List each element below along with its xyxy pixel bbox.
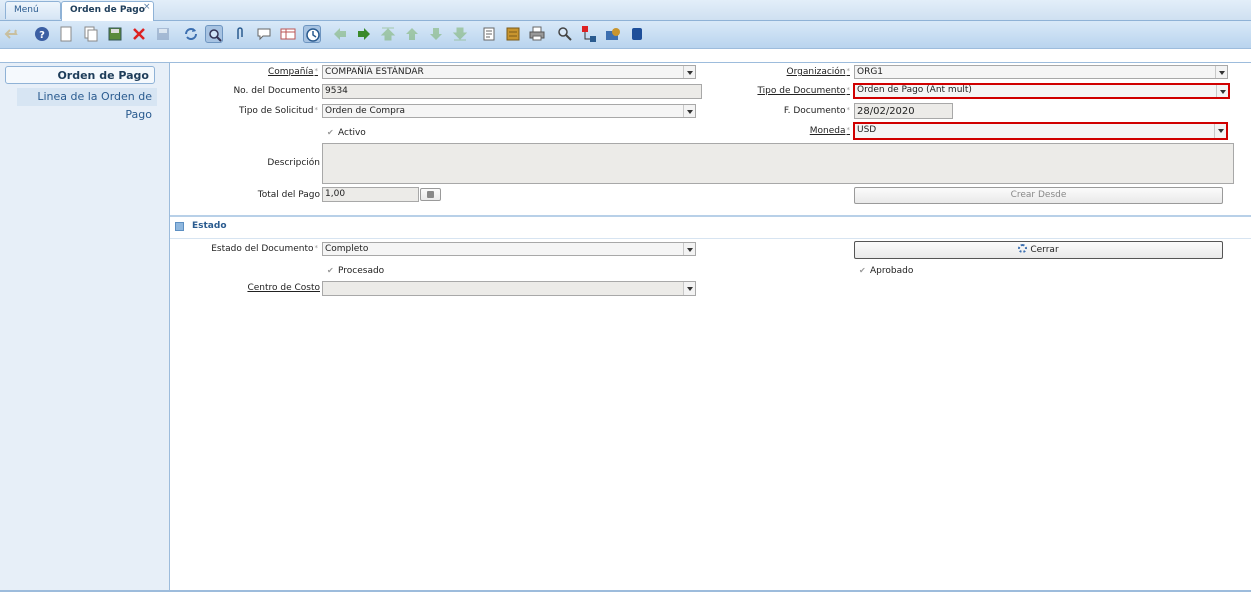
svg-text:?: ? [39,30,45,41]
divider [0,62,1251,63]
next-icon[interactable] [355,25,373,43]
left-tab-panel: Orden de Pago Linea de la Orden de Pago [0,63,170,590]
last-icon[interactable] [451,25,469,43]
total-pago-label: Total del Pago [257,190,320,200]
descripcion-label: Descripción [267,158,320,168]
workflow-icon[interactable] [580,25,598,43]
product-info-icon[interactable] [604,25,622,43]
tab-bar [0,0,1251,21]
chat-icon[interactable] [255,25,273,43]
centro-costo-label: Centro de Costo [247,283,320,293]
tab-orden-de-pago[interactable]: Orden de Pago [61,1,154,21]
organizacion-field[interactable]: ORG1 [854,65,1228,79]
undo-icon[interactable] [4,25,22,43]
up-icon[interactable] [403,25,421,43]
first-icon[interactable] [379,25,397,43]
f-documento-label: F. Documento* [783,106,850,116]
aprobado-check-icon: ✔ [859,266,866,275]
descripcion-textarea[interactable] [322,143,1234,184]
no-documento-label: No. del Documento [233,86,320,96]
save-icon[interactable] [154,25,172,43]
activo-checkbox[interactable]: ✔ Activo [327,128,366,138]
grid-toggle-icon[interactable] [279,25,297,43]
procesado-check-icon: ✔ [327,266,334,275]
exit-icon[interactable] [628,25,646,43]
aprobado-checkbox[interactable]: ✔ Aprobado [859,266,913,276]
compania-field[interactable]: COMPAÑÍA ESTÁNDAR [322,65,696,79]
help-icon[interactable]: ? [33,25,51,43]
organizacion-label: Organización* [786,67,850,77]
tipo-documento-field[interactable]: Orden de Pago (Ant mult) [853,83,1230,99]
estado-documento-field[interactable]: Completo [322,242,696,256]
tab-menu[interactable]: Menú (1) [5,1,61,32]
cerrar-button[interactable]: Cerrar [854,241,1223,259]
estado-section-title[interactable]: Estado [192,221,227,231]
report-icon[interactable] [480,25,498,43]
tipo-documento-dropdown-icon[interactable] [1216,85,1228,97]
activo-check-icon: ✔ [327,128,334,137]
centro-costo-field[interactable] [322,281,696,296]
calculator-button[interactable] [420,188,441,201]
delete-icon[interactable] [130,25,148,43]
crear-desde-button[interactable]: Crear Desde [854,187,1223,204]
left-tab-orden-de-pago[interactable]: Orden de Pago [5,66,155,84]
tipo-documento-label: Tipo de Documento* [757,86,850,96]
tipo-solicitud-dropdown-icon[interactable] [683,105,695,117]
previous-icon[interactable] [331,25,349,43]
gear-icon [1018,244,1028,253]
centro-costo-dropdown-icon[interactable] [683,282,695,295]
new-icon[interactable] [57,25,75,43]
copy-icon[interactable] [82,25,100,43]
moneda-field[interactable]: USD [853,122,1228,140]
attachment-icon[interactable] [231,25,249,43]
tipo-solicitud-label: Tipo de Solicitud* [238,106,318,116]
archive-icon[interactable] [504,25,522,43]
moneda-dropdown-icon[interactable] [1214,124,1226,138]
left-tab-linea-orden-de-pago[interactable]: Linea de la Orden de Pago [17,88,157,121]
toolbar: ? [0,21,1251,49]
moneda-label: Moneda* [809,126,850,136]
zoom-across-icon[interactable] [556,25,574,43]
save-new-icon[interactable] [106,25,124,43]
f-documento-field[interactable]: 28/02/2020 [854,103,953,119]
tab-close-icon[interactable]: × [143,2,151,12]
procesado-checkbox[interactable]: ✔ Procesado [327,266,384,276]
tipo-solicitud-field[interactable]: Orden de Compra [322,104,696,118]
print-icon[interactable] [528,25,546,43]
estado-documento-label: Estado del Documento* [211,244,318,254]
organizacion-dropdown-icon[interactable] [1215,66,1227,78]
compania-label: Compañía* [267,67,318,77]
collapse-icon[interactable] [175,222,184,231]
compania-dropdown-icon[interactable] [683,66,695,78]
refresh-icon[interactable] [182,25,200,43]
estado-documento-dropdown-icon[interactable] [683,243,695,255]
find-icon[interactable] [205,25,223,43]
total-pago-field[interactable]: 1,00 [322,187,419,202]
calculator-icon [427,191,434,198]
no-documento-field[interactable]: 9534 [322,84,702,99]
estado-section-header[interactable] [170,215,1251,239]
history-icon[interactable] [303,25,321,43]
down-icon[interactable] [427,25,445,43]
